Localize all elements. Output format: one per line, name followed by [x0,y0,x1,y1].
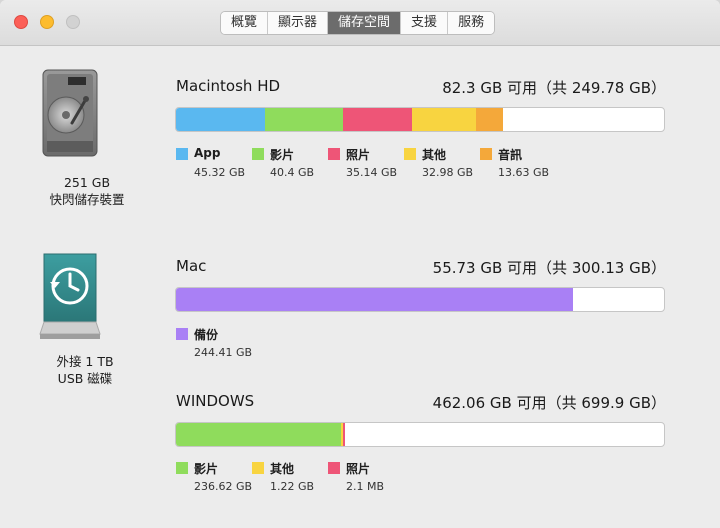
storage-bar[interactable] [175,422,665,447]
legend-item: 其他 32.98 GB [404,146,480,182]
title-bar: 概覽 顯示器 儲存空間 支援 服務 [0,0,720,46]
legend-item: 其他 1.22 GB [252,460,328,496]
external-drive-type: USB 磁碟 [57,371,113,386]
zoom-button[interactable] [66,15,80,29]
storage-bar-segment[interactable] [412,108,477,131]
legend-label: 音訊 [498,148,523,162]
legend-swatch [176,462,188,474]
legend-label: 其他 [422,148,447,162]
storage-bar-segment[interactable] [343,108,413,131]
legend-label: App [194,146,221,160]
legend-size: 13.63 GB [498,166,550,179]
tab-overview[interactable]: 概覽 [221,12,269,34]
legend-size: 236.62 GB [194,480,253,493]
storage-legend: 影片 236.62 GB 其他 1.22 GB 照片 2.1 MB [176,460,404,496]
legend-size: 45.32 GB [194,166,246,179]
legend-item: 照片 2.1 MB [328,460,404,496]
tab-support[interactable]: 支援 [401,12,449,34]
storage-bar-segment[interactable] [343,423,345,446]
legend-swatch [252,462,264,474]
volume-free-macintosh-hd: 82.3 GB 可用（共 249.78 GB） [442,79,666,97]
about-this-mac-window: 概覽 顯示器 儲存空間 支援 服務 251 GB 快閃儲存裝置 外接 1 TB … [0,0,720,528]
storage-legend: App 45.32 GB 影片 40.4 GB 照片 35.14 GB 其他 32.98 GB… [176,146,556,182]
storage-bar-segment[interactable] [176,108,265,131]
legend-label: 其他 [270,462,295,476]
legend-swatch [480,148,492,160]
storage-bar-segment[interactable] [176,288,574,311]
volume-free-mac: 55.73 GB 可用（共 300.13 GB） [432,259,666,277]
storage-bar[interactable] [175,287,665,312]
legend-item: 照片 35.14 GB [328,146,404,182]
legend-swatch [328,148,340,160]
tab-service[interactable]: 服務 [448,12,495,34]
legend-size: 40.4 GB [270,166,315,179]
storage-legend: 備份 244.41 GB [176,326,252,362]
volume-name-windows: WINDOWS [176,392,255,410]
internal-drive-label: 251 GB 快閃儲存裝置 [22,174,152,208]
time-machine-drive-icon [39,253,101,339]
legend-label: 備份 [194,328,219,342]
storage-bar[interactable] [175,107,665,132]
legend-item: 影片 40.4 GB [252,146,328,182]
tab-displays[interactable]: 顯示器 [268,12,329,34]
legend-size: 244.41 GB [194,346,253,359]
legend-swatch [328,462,340,474]
storage-content: 251 GB 快閃儲存裝置 外接 1 TB USB 磁碟 Macintosh H… [0,47,720,528]
legend-label: 照片 [346,462,371,476]
internal-drive-type: 快閃儲存裝置 [49,192,125,207]
legend-swatch [404,148,416,160]
legend-size: 35.14 GB [346,166,398,179]
external-drive-label: 外接 1 TB USB 磁碟 [20,353,150,387]
legend-label: 照片 [346,148,371,162]
legend-label: 影片 [270,148,295,162]
close-button[interactable] [14,15,28,29]
internal-drive-size: 251 GB [63,175,111,190]
legend-item: 備份 244.41 GB [176,326,252,362]
legend-label: 影片 [194,462,219,476]
legend-item: App 45.32 GB [176,146,252,182]
legend-size: 2.1 MB [346,480,385,493]
legend-swatch [176,328,188,340]
storage-bar-segment[interactable] [176,423,341,446]
storage-bar-segment[interactable] [264,108,344,131]
legend-size: 32.98 GB [422,166,474,179]
legend-swatch [252,148,264,160]
internal-drive-icon [42,69,98,157]
legend-item: 影片 236.62 GB [176,460,252,496]
legend-size: 1.22 GB [270,480,315,493]
storage-bar-segment[interactable] [476,108,504,131]
tab-bar: 概覽 顯示器 儲存空間 支援 服務 [220,11,496,35]
legend-swatch [176,148,188,160]
volume-name-macintosh-hd: Macintosh HD [176,77,281,95]
volume-name-mac: Mac [176,257,207,275]
external-drive-size: 外接 1 TB [56,354,114,369]
legend-item: 音訊 13.63 GB [480,146,556,182]
minimize-button[interactable] [40,15,54,29]
tab-storage[interactable]: 儲存空間 [328,12,402,34]
volume-free-windows: 462.06 GB 可用（共 699.9 GB） [432,394,666,412]
